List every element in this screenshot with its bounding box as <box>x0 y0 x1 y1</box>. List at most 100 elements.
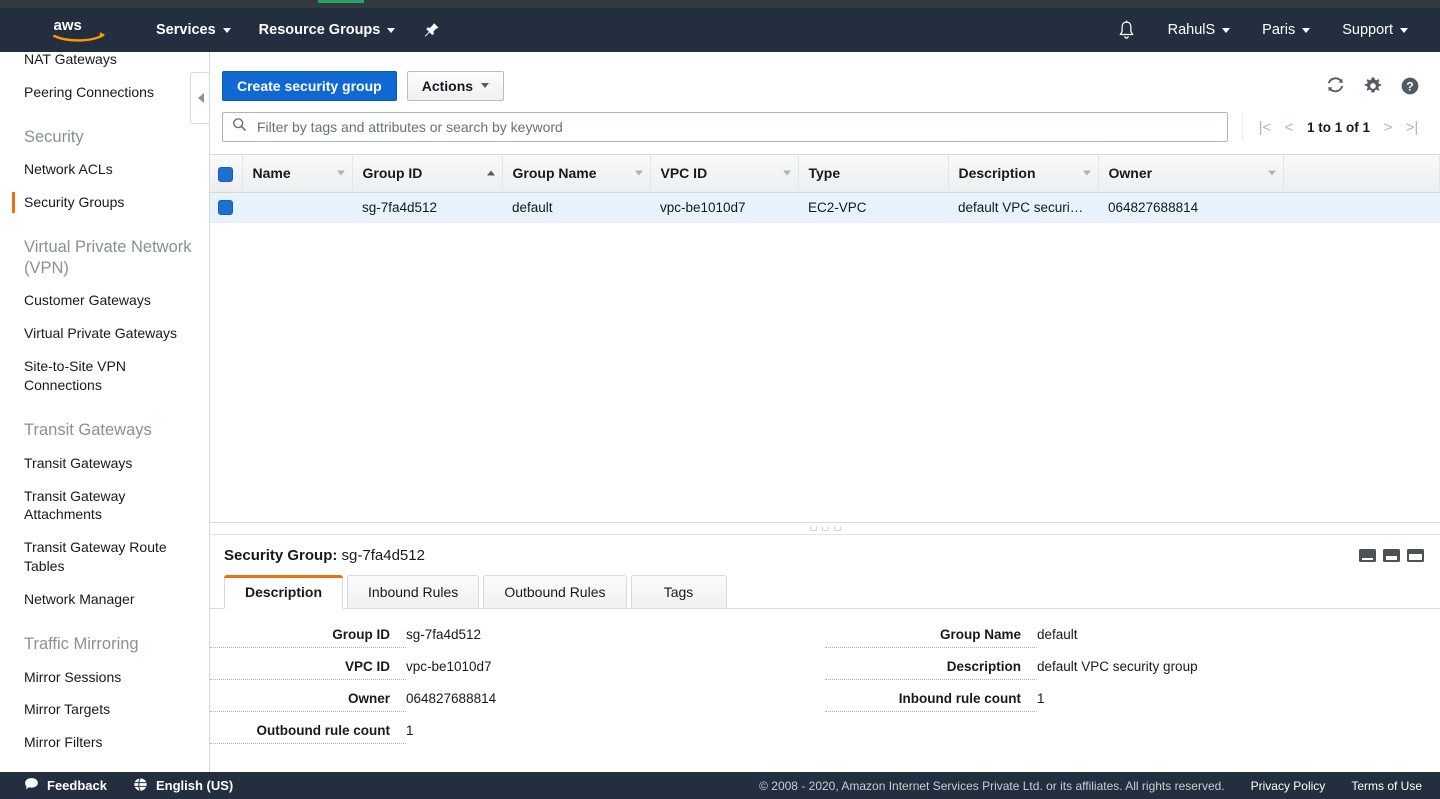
column-header-spacer <box>1283 155 1440 193</box>
feedback-button[interactable]: Feedback <box>24 777 107 794</box>
column-menu-icon[interactable] <box>1267 170 1276 176</box>
sidebar-item-network-manager[interactable]: Network Manager <box>0 583 209 616</box>
detail-title-value: sg-7fa4d512 <box>341 547 425 564</box>
column-header-owner[interactable]: Owner <box>1098 155 1284 193</box>
panel-bottom-small-icon[interactable] <box>1359 549 1376 562</box>
search-input[interactable] <box>255 118 1218 136</box>
tab-label: Outbound Rules <box>504 584 606 600</box>
column-header-group-name[interactable]: Group Name <box>502 155 651 193</box>
sort-ascending-icon[interactable] <box>486 170 495 176</box>
tab-label: Description <box>245 584 323 600</box>
column-header-label: Owner <box>1108 165 1153 182</box>
next-page-icon[interactable]: > <box>1376 120 1400 135</box>
chevron-down-icon <box>1222 27 1231 33</box>
aws-top-navbar: aws Services Resource Groups RahulS Pari… <box>0 8 1440 52</box>
table-row[interactable]: sg-7fa4d512 default vpc-be1010d7 EC2-VPC def… <box>210 192 1440 223</box>
detail-fields-left: Group ID sg-7fa4d512 VPC ID vpc-be1010d7 Own… <box>210 627 825 755</box>
copyright-text: © 2008 - 2020, Amazon Internet Services … <box>759 778 1225 793</box>
tab-tags[interactable]: Tags <box>630 575 727 609</box>
tab-inbound-rules[interactable]: Inbound Rules <box>347 575 480 609</box>
refresh-icon[interactable] <box>1325 75 1346 96</box>
sidebar-item-nat-gateways[interactable]: NAT Gateways <box>0 52 209 76</box>
detail-field-value: 064827688814 <box>406 690 497 706</box>
sidebar-item-security-groups[interactable]: Security Groups <box>0 186 209 219</box>
sidebar-item-transit-gateway-route-tables[interactable]: Transit Gateway Route Tables <box>0 531 209 583</box>
aws-logo-icon[interactable]: aws <box>52 17 112 43</box>
sidebar-section-header: Security <box>24 127 84 146</box>
security-groups-table-wrapper: Name Group ID Group Name VPC ID Type Descript… <box>210 154 1440 522</box>
column-menu-icon[interactable] <box>634 170 643 176</box>
detail-field-label: Inbound rule count <box>825 691 1037 712</box>
sidebar-item-virtual-private-gateways[interactable]: Virtual Private Gateways <box>0 317 209 350</box>
tab-description[interactable]: Description <box>224 575 344 609</box>
table-header-row: Name Group ID Group Name VPC ID Type Descript… <box>210 155 1440 193</box>
search-icon <box>232 117 247 137</box>
sidebar-item-site-to-site-vpn-connections[interactable]: Site-to-Site VPN Connections <box>0 350 209 402</box>
column-header-description[interactable]: Description <box>948 155 1099 193</box>
previous-page-icon[interactable]: < <box>1277 120 1301 135</box>
nav-region-label: Paris <box>1262 22 1296 38</box>
panel-resize-handle[interactable] <box>210 522 1440 534</box>
privacy-policy-link[interactable]: Privacy Policy <box>1251 779 1326 793</box>
panel-bottom-medium-icon[interactable] <box>1383 549 1400 562</box>
security-group-detail-panel: Security Group: sg-7fa4d512 Description I… <box>210 534 1440 772</box>
sidebar-item-peering-connections[interactable]: Peering Connections <box>0 76 209 109</box>
row-select-cell <box>210 192 242 223</box>
pushpin-icon[interactable] <box>423 22 440 39</box>
help-icon[interactable]: ? <box>1400 76 1420 96</box>
nav-right-cluster: RahulS Paris Support <box>1103 8 1440 52</box>
sidebar-item-mirror-sessions[interactable]: Mirror Sessions <box>0 661 209 694</box>
gear-icon[interactable] <box>1363 76 1383 96</box>
first-page-icon[interactable]: |< <box>1253 120 1277 135</box>
column-menu-icon[interactable] <box>336 170 345 176</box>
panel-bottom-large-icon[interactable] <box>1407 549 1424 562</box>
detail-field-value: vpc-be1010d7 <box>406 658 492 674</box>
bell-icon[interactable] <box>1103 20 1150 41</box>
security-groups-toolbar: Create security group Actions ? <box>210 52 1440 106</box>
create-security-group-button[interactable]: Create security group <box>222 70 397 101</box>
select-all-header-cell <box>210 155 243 193</box>
nav-region-menu[interactable]: Paris <box>1248 8 1324 52</box>
nav-services-menu[interactable]: Services <box>142 8 245 52</box>
sidebar-collapse-button[interactable] <box>190 72 209 124</box>
column-header-name[interactable]: Name <box>242 155 353 193</box>
sidebar-item-mirror-targets[interactable]: Mirror Targets <box>0 693 209 726</box>
resize-grip-mark <box>809 526 817 531</box>
tab-label: Tags <box>663 584 694 600</box>
nav-account-menu[interactable]: RahulS <box>1154 8 1245 52</box>
sidebar-item-network-acls[interactable]: Network ACLs <box>0 153 209 186</box>
sidebar-item-mirror-filters[interactable]: Mirror Filters <box>0 726 209 759</box>
feedback-label: Feedback <box>47 778 107 793</box>
column-header-group-id[interactable]: Group ID <box>352 155 503 193</box>
nav-resource-groups-menu[interactable]: Resource Groups <box>245 8 410 52</box>
sidebar-item-transit-gateway-attachments[interactable]: Transit Gateway Attachments <box>0 480 209 532</box>
row-checkbox[interactable] <box>218 199 233 215</box>
column-menu-icon[interactable] <box>782 170 791 176</box>
column-header-vpc-id[interactable]: VPC ID <box>650 155 799 193</box>
vpc-sidebar-nav: NAT Gateways Peering Connections Security N… <box>0 52 210 772</box>
cell-group-name: default <box>502 192 650 223</box>
tab-outbound-rules[interactable]: Outbound Rules <box>483 575 627 609</box>
chevron-down-icon <box>222 27 231 33</box>
language-selector[interactable]: English (US) <box>133 777 233 795</box>
column-header-type[interactable]: Type <box>798 155 949 193</box>
select-all-checkbox[interactable] <box>218 166 233 182</box>
search-input-wrapper[interactable] <box>222 112 1228 142</box>
column-menu-icon[interactable] <box>1082 170 1091 176</box>
resize-grip-mark <box>821 526 829 531</box>
actions-button[interactable]: Actions <box>406 70 505 101</box>
detail-field-value: default VPC security group <box>1037 658 1198 674</box>
column-header-label: Description <box>958 165 1036 182</box>
detail-panel-title: Security Group: sg-7fa4d512 <box>224 547 425 564</box>
language-label: English (US) <box>155 778 234 793</box>
terms-of-use-link[interactable]: Terms of Use <box>1351 779 1422 793</box>
chevron-down-icon <box>1302 27 1311 33</box>
detail-field-row: Group ID sg-7fa4d512 <box>210 627 825 648</box>
last-page-icon[interactable]: >| <box>1400 120 1424 135</box>
sidebar-item-transit-gateways[interactable]: Transit Gateways <box>0 447 209 480</box>
nav-support-menu[interactable]: Support <box>1328 8 1422 52</box>
nav-resource-groups-label: Resource Groups <box>258 22 381 38</box>
sidebar-item-customer-gateways[interactable]: Customer Gateways <box>0 284 209 317</box>
sidebar-section-header: Virtual Private Network (VPN) <box>24 238 192 277</box>
detail-field-label: Owner <box>210 691 406 712</box>
